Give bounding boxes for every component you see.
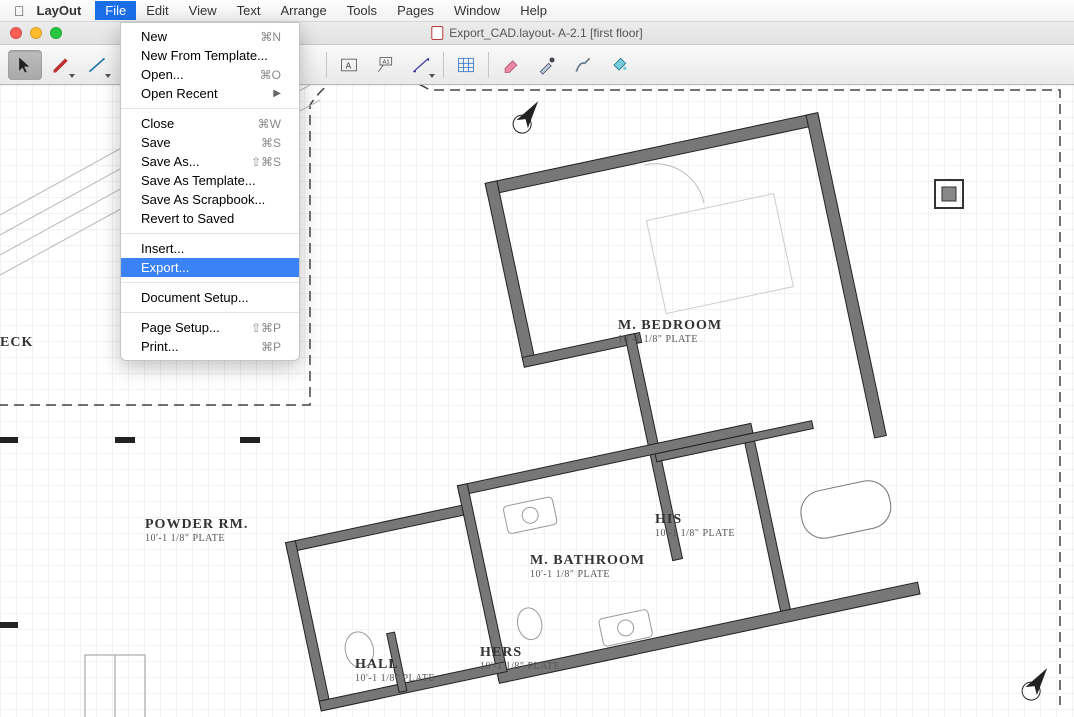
tool-eraser[interactable] xyxy=(494,50,528,80)
pencil-icon xyxy=(51,55,71,75)
table-icon xyxy=(456,55,476,75)
app-name[interactable]: LayOut xyxy=(37,3,82,18)
menu-text[interactable]: Text xyxy=(227,1,271,20)
menu-tools[interactable]: Tools xyxy=(337,1,387,20)
menu-item-new-template[interactable]: New From Template... xyxy=(121,46,299,65)
line-icon xyxy=(87,55,107,75)
submenu-arrow-icon: ▶ xyxy=(273,88,281,99)
menu-item-export[interactable]: Export... xyxy=(121,258,299,277)
tool-table[interactable] xyxy=(449,50,483,80)
document-icon xyxy=(431,26,443,40)
text-icon: A xyxy=(339,55,359,75)
dimension-icon xyxy=(411,55,431,75)
pen-icon xyxy=(573,55,593,75)
menu-item-document-setup[interactable]: Document Setup... xyxy=(121,288,299,307)
label-icon: A1 xyxy=(375,55,395,75)
menu-item-open-recent[interactable]: Open Recent▶ xyxy=(121,84,299,103)
tool-style[interactable] xyxy=(602,50,636,80)
file-menu-dropdown: New⌘N New From Template... Open...⌘O Ope… xyxy=(120,22,300,361)
menu-pages[interactable]: Pages xyxy=(387,1,444,20)
eraser-icon xyxy=(501,55,521,75)
menu-bar:  LayOut File Edit View Text Arrange Too… xyxy=(0,0,1074,22)
menu-help[interactable]: Help xyxy=(510,1,557,20)
room-label-his: HIS 10'-1 1/8" PLATE xyxy=(655,512,735,539)
menu-item-save-scrapbook[interactable]: Save As Scrapbook... xyxy=(121,190,299,209)
room-label-powder: POWDER RM. 10'-1 1/8" PLATE xyxy=(145,517,248,544)
menu-edit[interactable]: Edit xyxy=(136,1,178,20)
window-zoom-icon[interactable] xyxy=(50,27,62,39)
tool-line[interactable] xyxy=(80,50,114,80)
room-label-deck: ECK xyxy=(0,335,33,351)
menu-file[interactable]: File xyxy=(95,1,136,20)
menu-item-new[interactable]: New⌘N xyxy=(121,27,299,46)
room-label-hall: HALL 10'-1 1/8" PLATE xyxy=(355,657,435,684)
tool-label[interactable]: A1 xyxy=(368,50,402,80)
room-label-mbath: M. BATHROOM 10'-1 1/8" PLATE xyxy=(530,553,645,580)
tool-pencil[interactable] xyxy=(44,50,78,80)
apple-menu-icon[interactable]:  xyxy=(14,3,25,19)
room-label-hers: HERS 10'-1 1/8" PLATE xyxy=(480,645,560,672)
room-label-mbedroom: M. BEDROOM 10'-1 1/8" PLATE xyxy=(618,318,722,345)
menu-item-save[interactable]: Save⌘S xyxy=(121,133,299,152)
svg-text:A: A xyxy=(346,60,352,70)
tool-eyedropper[interactable] xyxy=(530,50,564,80)
window-title: Export_CAD.layout- A-2.1 [first floor] xyxy=(449,26,642,40)
cursor-icon xyxy=(15,55,35,75)
menu-item-insert[interactable]: Insert... xyxy=(121,239,299,258)
menu-item-save-template[interactable]: Save As Template... xyxy=(121,171,299,190)
eyedropper-icon xyxy=(537,55,557,75)
menu-item-close[interactable]: Close⌘W xyxy=(121,114,299,133)
menu-arrange[interactable]: Arrange xyxy=(270,1,336,20)
menu-item-revert[interactable]: Revert to Saved xyxy=(121,209,299,228)
bucket-icon xyxy=(609,55,629,75)
window-minimize-icon[interactable] xyxy=(30,27,42,39)
menu-view[interactable]: View xyxy=(179,1,227,20)
tool-text[interactable]: A xyxy=(332,50,366,80)
menu-item-open[interactable]: Open...⌘O xyxy=(121,65,299,84)
window-close-icon[interactable] xyxy=(10,27,22,39)
tool-select[interactable] xyxy=(8,50,42,80)
svg-text:A1: A1 xyxy=(383,59,390,65)
tool-dimension[interactable] xyxy=(404,50,438,80)
menu-item-print[interactable]: Print...⌘P xyxy=(121,337,299,356)
menu-item-save-as[interactable]: Save As...⇧⌘S xyxy=(121,152,299,171)
menu-item-page-setup[interactable]: Page Setup...⇧⌘P xyxy=(121,318,299,337)
tool-freehand[interactable] xyxy=(566,50,600,80)
menu-window[interactable]: Window xyxy=(444,1,510,20)
